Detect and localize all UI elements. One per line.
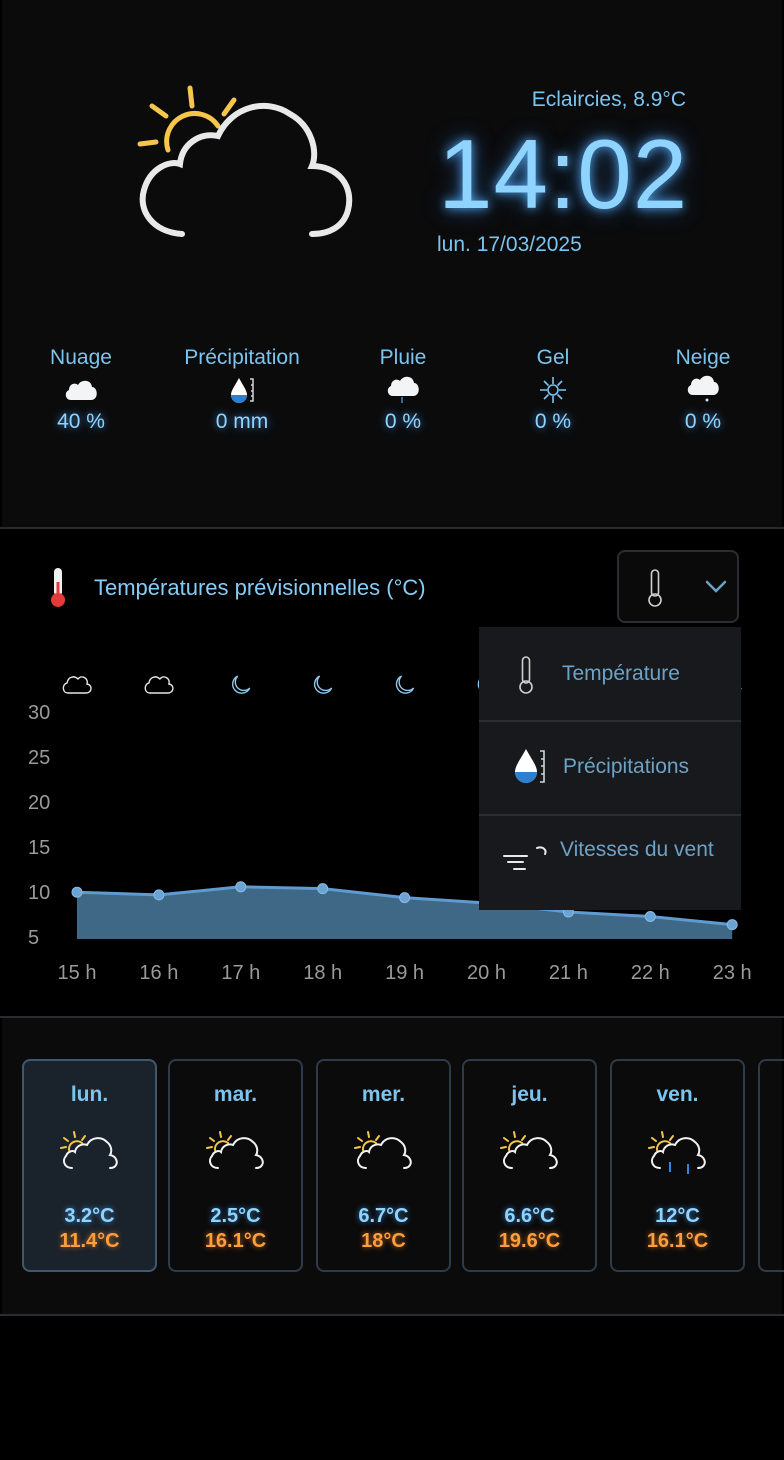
- day-card[interactable]: lun. 3.2°C 11.4°C: [22, 1059, 157, 1272]
- thermometer-icon: [519, 656, 533, 694]
- data-point[interactable]: [235, 881, 247, 893]
- thermometer-icon: [51, 568, 65, 607]
- day-card[interactable]: jeu. 6.6°C 19.6°C: [462, 1059, 597, 1272]
- day-name: mer.: [361, 1083, 406, 1106]
- stat-label: Pluie: [379, 346, 427, 369]
- rain-gauge-icon: [231, 378, 254, 403]
- stat-label: Nuage: [50, 346, 112, 369]
- y-tick-label: 15: [28, 837, 51, 859]
- day-min-temp: 6.6°C: [504, 1205, 555, 1227]
- x-tick-label: 19 h: [385, 962, 425, 984]
- bottom-panel: [2, 1316, 782, 1460]
- sun-cloud-icon: [59, 1131, 118, 1169]
- data-point[interactable]: [153, 889, 165, 901]
- stat-precipitation: Précipitation 0 mm: [167, 346, 317, 434]
- sun-cloud-rain-icon: [647, 1131, 706, 1174]
- day-max-temp: 16.1°C: [204, 1230, 267, 1252]
- stat-snow: Neige 0 %: [628, 346, 778, 434]
- day-card-partial[interactable]: [758, 1059, 784, 1272]
- sun-cloud-icon: [353, 1131, 412, 1169]
- day-name: mar.: [213, 1083, 258, 1106]
- day-card[interactable]: ven. 12°C 16.1°C: [610, 1059, 745, 1272]
- y-tick-label: 30: [28, 702, 51, 724]
- sun-cloud-icon: [205, 1131, 264, 1169]
- x-tick-label: 22 h: [630, 962, 670, 984]
- stat-cloud: Nuage 40 %: [6, 346, 156, 434]
- x-tick-label: 17 h: [221, 962, 261, 984]
- divider: [0, 527, 784, 529]
- moon-icon: [231, 675, 251, 694]
- y-tick-label: 20: [28, 792, 51, 814]
- y-tick-label: 10: [28, 882, 51, 904]
- chevron-down-icon: [705, 580, 727, 593]
- x-tick-label: 20 h: [467, 962, 506, 984]
- moon-icon: [395, 675, 415, 694]
- y-tick-label: 5: [28, 927, 40, 949]
- x-tick-label: 23 h: [712, 962, 752, 984]
- menu-item-wind[interactable]: Vitesses du vent: [479, 816, 741, 909]
- current-weather-panel: [2, 0, 782, 527]
- chart-type-select[interactable]: [617, 550, 739, 623]
- stat-label: Neige: [675, 346, 731, 369]
- stat-value: 0 %: [534, 410, 572, 433]
- day-max-temp: 16.1°C: [646, 1230, 709, 1252]
- day-min-temp: 6.7°C: [358, 1205, 409, 1227]
- stat-label: Gel: [536, 346, 570, 369]
- stat-frost: Gel 0 %: [478, 346, 628, 434]
- stat-label: Précipitation: [184, 346, 300, 369]
- menu-item-temperature[interactable]: Température: [479, 627, 741, 720]
- stat-value: 40 %: [57, 410, 105, 433]
- stat-value: 0 mm: [215, 410, 269, 433]
- data-point[interactable]: [399, 892, 411, 904]
- cloud-icon: [65, 380, 97, 400]
- x-tick-label: 15 h: [57, 962, 97, 984]
- data-point[interactable]: [644, 911, 656, 922]
- day-max-temp: 19.6°C: [498, 1230, 561, 1252]
- chart-type-menu: Température Précipitations Vitesses du v…: [479, 627, 741, 910]
- x-tick-label: 18 h: [303, 962, 343, 984]
- wind-icon: [503, 846, 547, 870]
- day-name: ven.: [656, 1083, 699, 1106]
- sun-cloud-icon: [137, 85, 353, 237]
- snow-cloud-icon: [687, 375, 719, 402]
- day-card[interactable]: mer. 6.7°C 18°C: [316, 1059, 451, 1272]
- menu-item-precipitation[interactable]: Précipitations: [479, 722, 741, 815]
- y-tick-label: 25: [28, 747, 51, 769]
- thermometer-icon: [648, 569, 662, 607]
- menu-item-label: Vitesses du vent: [560, 838, 714, 861]
- chart-title: Températures prévisionnelles (°C): [94, 575, 426, 600]
- cloud-icon: [62, 676, 92, 694]
- moon-icon: [313, 675, 333, 694]
- day-max-temp: 18°C: [361, 1230, 406, 1252]
- data-point[interactable]: [726, 919, 738, 931]
- clock: 14:02: [438, 119, 689, 229]
- stat-value: 0 %: [384, 410, 422, 433]
- stat-value: 0 %: [684, 410, 722, 433]
- menu-item-label: Précipitations: [563, 755, 690, 778]
- rain-cloud-icon: [387, 376, 419, 403]
- day-name: jeu.: [511, 1083, 548, 1106]
- current-condition: Eclaircies, 8.9°C: [531, 88, 686, 111]
- x-tick-label: 16 h: [139, 962, 179, 984]
- day-min-temp: 2.5°C: [210, 1205, 261, 1227]
- data-point[interactable]: [317, 883, 329, 895]
- day-min-temp: 3.2°C: [64, 1205, 115, 1227]
- cloud-icon: [144, 676, 174, 694]
- current-date: lun. 17/03/2025: [437, 233, 582, 256]
- sun-cloud-icon: [499, 1131, 558, 1169]
- menu-item-label: Température: [562, 662, 680, 685]
- day-card[interactable]: mar. 2.5°C 16.1°C: [168, 1059, 303, 1272]
- stat-rain: Pluie 0 %: [328, 346, 478, 434]
- day-min-temp: 12°C: [655, 1205, 700, 1227]
- x-tick-label: 21 h: [548, 962, 588, 984]
- frost-icon: [540, 377, 566, 403]
- day-max-temp: 11.4°C: [59, 1230, 120, 1252]
- day-name: lun.: [70, 1083, 109, 1106]
- data-point[interactable]: [71, 886, 83, 898]
- rain-gauge-icon: [515, 749, 545, 783]
